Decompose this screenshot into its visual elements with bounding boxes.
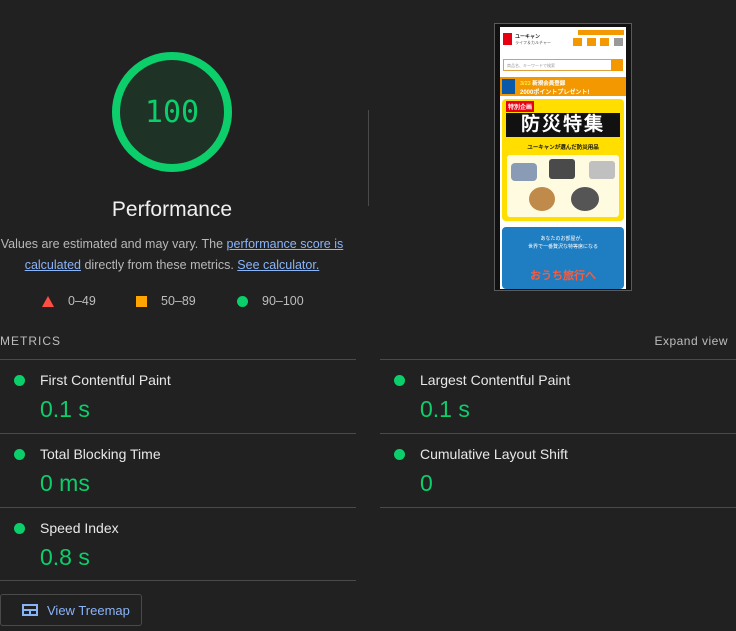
menu-icon bbox=[613, 38, 623, 46]
treemap-icon bbox=[22, 604, 38, 616]
header-icons bbox=[573, 38, 623, 48]
member-banner: 3/23 新規会員登録 2000ポイントプレゼント! bbox=[500, 77, 626, 96]
score-note-prefix: Values are estimated and may vary. The bbox=[0, 237, 227, 251]
square-icon bbox=[136, 295, 147, 307]
legend-item-fail: 0–49 bbox=[42, 294, 136, 308]
bousai-promo: 特別企画 防災特集 ユーキャンが選んだ防災用品 bbox=[502, 99, 624, 221]
view-treemap-button[interactable]: View Treemap bbox=[0, 594, 142, 626]
banner-badge bbox=[502, 79, 515, 94]
score-note: Values are estimated and may vary. The p… bbox=[0, 234, 344, 276]
legend-item-pass: 90–100 bbox=[237, 294, 304, 308]
final-screenshot[interactable]: ユーキャン ライフ＆カルチャー 商品名、キーワードで検索 3/23 新規会員登録… bbox=[494, 23, 632, 291]
pass-icon bbox=[394, 449, 405, 460]
metric-value: 0 bbox=[420, 470, 433, 496]
travel-line1: あなたのお部屋が、 bbox=[540, 236, 586, 242]
travel-title: おうち旅行へ bbox=[530, 270, 596, 282]
metric-name: Total Blocking Time bbox=[40, 446, 161, 462]
pass-icon bbox=[14, 375, 25, 386]
view-treemap-label: View Treemap bbox=[47, 602, 130, 618]
metric-name: First Contentful Paint bbox=[40, 372, 171, 388]
legend-label: 90–100 bbox=[262, 294, 304, 308]
cart-icon bbox=[600, 38, 610, 46]
metric-divider bbox=[380, 507, 736, 508]
metric-divider bbox=[0, 359, 356, 360]
pass-icon bbox=[14, 449, 25, 460]
triangle-icon bbox=[42, 295, 54, 307]
see-calculator-link[interactable]: See calculator. bbox=[237, 258, 319, 272]
brand-sub: ライフ＆カルチャー bbox=[515, 40, 551, 45]
brand-name: ユーキャン bbox=[515, 34, 541, 40]
metric-lcp bbox=[394, 375, 405, 386]
travel-line2: 世界で一番贅沢な特等席になる bbox=[527, 244, 598, 250]
metric-value: 0.1 s bbox=[40, 396, 90, 422]
score-legend: 0–49 50–89 90–100 bbox=[42, 294, 304, 308]
expand-view-toggle[interactable]: Expand view bbox=[654, 334, 728, 348]
score-note-middle: directly from these metrics. bbox=[81, 258, 238, 272]
pass-icon bbox=[394, 375, 405, 386]
metric-value: 0 ms bbox=[40, 470, 90, 496]
metric-value: 0.8 s bbox=[40, 544, 90, 570]
header-bar bbox=[578, 30, 624, 35]
legend-item-average: 50–89 bbox=[136, 294, 237, 308]
metric-divider bbox=[0, 580, 356, 581]
banner-date: 3/23 新規会員登録 bbox=[520, 81, 566, 87]
legend-label: 0–49 bbox=[68, 294, 96, 308]
metrics-heading: METRICS bbox=[0, 334, 61, 348]
promo-title: 防災特集 bbox=[506, 113, 620, 137]
thumb-search: 商品名、キーワードで検索 bbox=[503, 59, 623, 71]
metric-tbt bbox=[14, 449, 25, 460]
product-image bbox=[529, 187, 555, 211]
search-icon bbox=[611, 59, 623, 71]
product-image bbox=[549, 159, 575, 179]
product-image bbox=[571, 187, 599, 211]
heart-icon bbox=[586, 38, 596, 46]
brand-logo bbox=[503, 33, 512, 45]
metric-cls bbox=[394, 449, 405, 460]
metric-name: Cumulative Layout Shift bbox=[420, 446, 568, 462]
metric-name: Speed Index bbox=[40, 520, 119, 536]
user-icon bbox=[573, 38, 582, 46]
vertical-divider bbox=[368, 110, 369, 206]
banner-points: 2000ポイントプレゼント! bbox=[520, 90, 590, 96]
metric-divider bbox=[0, 507, 356, 508]
metric-divider bbox=[380, 433, 736, 434]
travel-promo: あなたのお部屋が、 世界で一番贅沢な特等席になる おうち旅行へ bbox=[502, 227, 624, 289]
legend-label: 50–89 bbox=[161, 294, 196, 308]
metric-fcp bbox=[14, 375, 25, 386]
performance-title: Performance bbox=[111, 198, 233, 221]
performance-score: 100 bbox=[144, 94, 200, 130]
screenshot-page: ユーキャン ライフ＆カルチャー 商品名、キーワードで検索 3/23 新規会員登録… bbox=[500, 27, 626, 289]
promo-badge: 特別企画 bbox=[506, 101, 535, 112]
pass-icon bbox=[14, 523, 25, 534]
metric-si bbox=[14, 523, 25, 534]
product-image bbox=[589, 161, 615, 179]
promo-subtitle: ユーキャンが選んだ防災用品 bbox=[527, 145, 599, 151]
metric-value: 0.1 s bbox=[420, 396, 470, 422]
metric-divider bbox=[0, 433, 356, 434]
promo-products bbox=[507, 155, 619, 217]
circle-icon bbox=[237, 295, 248, 307]
product-image bbox=[511, 163, 537, 181]
metric-divider bbox=[380, 359, 736, 360]
metric-name: Largest Contentful Paint bbox=[420, 372, 571, 388]
